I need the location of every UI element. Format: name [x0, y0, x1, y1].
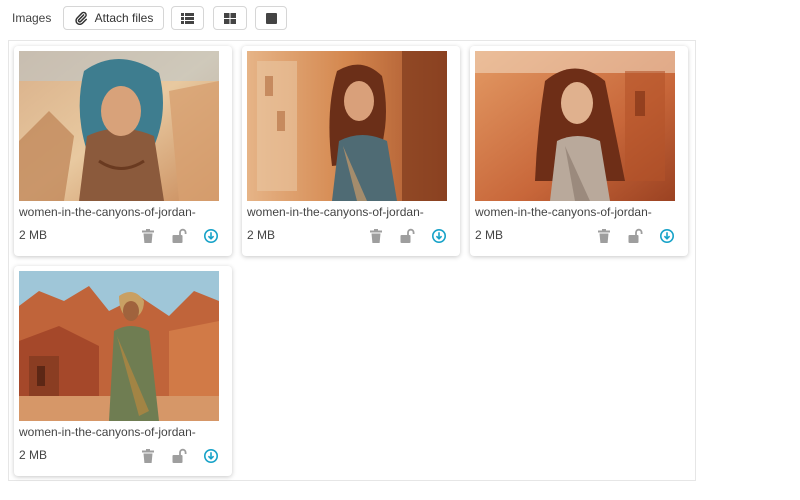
image-thumbnail[interactable] — [19, 271, 219, 421]
image-thumbnail[interactable] — [247, 51, 447, 201]
single-view-button[interactable] — [255, 6, 287, 30]
list-icon — [181, 12, 194, 24]
image-thumbnail[interactable] — [475, 51, 675, 201]
download-icon[interactable] — [203, 448, 219, 464]
file-name: women-in-the-canyons-of-jordan- — [19, 205, 196, 219]
file-size: 2 MB — [247, 228, 276, 242]
unlock-icon[interactable] — [171, 228, 187, 244]
attach-files-button[interactable]: Attach files — [63, 6, 164, 30]
attach-files-label: Attach files — [94, 11, 154, 25]
file-card[interactable]: women-in-the-canyons-of-jordan- 2 MB — [242, 46, 460, 256]
file-size: 2 MB — [19, 448, 48, 462]
unlock-icon[interactable] — [627, 228, 643, 244]
single-view-icon — [265, 12, 277, 24]
unlock-icon[interactable] — [171, 448, 187, 464]
toolbar: Images Attach files — [0, 0, 800, 36]
grid-icon — [224, 12, 236, 24]
file-card[interactable]: women-in-the-canyons-of-jordan- 2 MB — [470, 46, 688, 256]
trash-icon[interactable] — [596, 228, 612, 244]
file-size: 2 MB — [19, 228, 48, 242]
file-name: women-in-the-canyons-of-jordan- — [475, 205, 652, 219]
download-icon[interactable] — [431, 228, 447, 244]
trash-icon[interactable] — [140, 228, 156, 244]
paperclip-icon — [74, 11, 88, 25]
images-label: Images — [12, 11, 52, 25]
image-thumbnail[interactable] — [19, 51, 219, 201]
attachments-panel: women-in-the-canyons-of-jordan- 2 MB wom… — [8, 40, 696, 481]
file-size: 2 MB — [475, 228, 504, 242]
file-card[interactable]: women-in-the-canyons-of-jordan- 2 MB — [14, 46, 232, 256]
file-name: women-in-the-canyons-of-jordan- — [19, 425, 196, 439]
download-icon[interactable] — [659, 228, 675, 244]
grid-view-button[interactable] — [213, 6, 247, 30]
trash-icon[interactable] — [368, 228, 384, 244]
list-view-button[interactable] — [171, 6, 204, 30]
download-icon[interactable] — [203, 228, 219, 244]
trash-icon[interactable] — [140, 448, 156, 464]
file-card[interactable]: women-in-the-canyons-of-jordan- 2 MB — [14, 266, 232, 476]
file-name: women-in-the-canyons-of-jordan- — [247, 205, 424, 219]
unlock-icon[interactable] — [399, 228, 415, 244]
